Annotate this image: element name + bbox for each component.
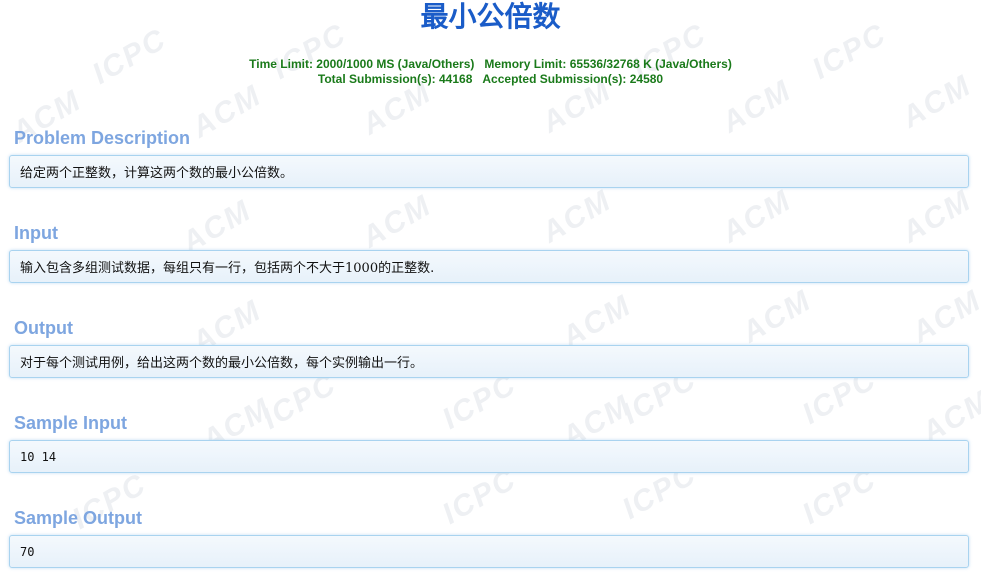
watermark-background: ACM ICPC ACM ICPC ACM ACM ICPC ACM ICPC … bbox=[0, 0, 981, 586]
watermark-text: ACM bbox=[716, 183, 798, 250]
sample-output-heading: Sample Output bbox=[14, 508, 143, 528]
problem-title: 最小公倍数 bbox=[420, 0, 561, 33]
total-submissions: Total Submission(s): 44168 bbox=[317, 72, 473, 86]
memory-limit: Memory Limit: 65536/32768 K (Java/Others… bbox=[484, 57, 732, 71]
output-heading: Output bbox=[14, 318, 73, 338]
submissions-row: Total Submission(s): 44168 Accepted Submi… bbox=[0, 72, 981, 87]
accepted-submissions: Accepted Submission(s): 24580 bbox=[482, 72, 664, 86]
output-text: 对于每个测试用例，给出这两个数的最小公倍数，每个实例输出一行。 bbox=[20, 356, 424, 371]
input-panel: 输入包含多组测试数据，每组只有一行，包括两个不大于1000的正整数. bbox=[9, 250, 969, 283]
watermark-text: ACM bbox=[356, 188, 438, 255]
watermark-text: ACM bbox=[536, 183, 618, 250]
watermark-text: ACM bbox=[186, 78, 268, 145]
sample-input-panel: 10 14 bbox=[9, 440, 969, 473]
limits-row: Time Limit: 2000/1000 MS (Java/Others) Me… bbox=[0, 57, 981, 72]
watermark-text: ACM bbox=[896, 183, 978, 250]
problem-description-heading: Problem Description bbox=[14, 128, 191, 148]
time-limit: Time Limit: 2000/1000 MS (Java/Others) bbox=[249, 57, 475, 71]
problem-description-panel: 给定两个正整数，计算这两个数的最小公倍数。 bbox=[9, 155, 969, 188]
watermark-text: ACM bbox=[906, 283, 981, 350]
sample-input-text: 10 14 bbox=[20, 449, 57, 464]
sample-input-heading: Sample Input bbox=[14, 413, 128, 433]
problem-limits: Time Limit: 2000/1000 MS (Java/Others) Me… bbox=[0, 57, 981, 87]
sample-output-panel: 70 bbox=[9, 535, 969, 568]
problem-description-text: 给定两个正整数，计算这两个数的最小公倍数。 bbox=[20, 166, 294, 181]
sample-output-text: 70 bbox=[20, 544, 35, 559]
output-panel: 对于每个测试用例，给出这两个数的最小公倍数，每个实例输出一行。 bbox=[9, 345, 969, 378]
input-text: 输入包含多组测试数据，每组只有一行，包括两个不大于1000的正整数. bbox=[20, 261, 435, 276]
watermark-text: ACM bbox=[736, 283, 818, 350]
input-heading: Input bbox=[14, 223, 58, 243]
